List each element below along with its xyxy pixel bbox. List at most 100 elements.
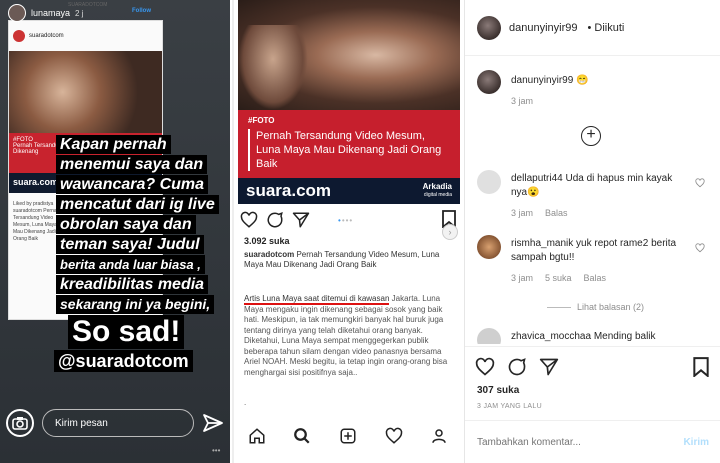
comment-time: 3 jam bbox=[511, 96, 534, 106]
comment-item: zhavica_mocchaa Mending balik bbox=[477, 328, 709, 344]
story-time: 2 j bbox=[75, 8, 84, 18]
add-comment-button[interactable]: + bbox=[581, 126, 601, 146]
avatar[interactable] bbox=[477, 70, 501, 94]
bookmark-icon[interactable] bbox=[693, 357, 709, 377]
caption-line: mencatut dari ig live bbox=[56, 195, 219, 214]
comment-user[interactable]: dellaputri44 bbox=[511, 173, 563, 184]
add-post-icon[interactable] bbox=[339, 427, 357, 445]
comment-time: 3 jam bbox=[511, 273, 534, 283]
post-headline: Pernah Tersandung Video Mesum, Luna Maya… bbox=[248, 129, 450, 171]
comment-item: rismha_manik yuk repot rame2 berita samp… bbox=[477, 235, 709, 285]
comments-panel: danunyinyir99 • Diikuti danunyinyir99 😁 … bbox=[464, 0, 720, 463]
share-icon[interactable] bbox=[292, 211, 310, 229]
avatar[interactable] bbox=[477, 15, 501, 40]
post-headline-band: #FOTO Pernah Tersandung Video Mesum, Lun… bbox=[238, 110, 460, 178]
post-brand-bar: suara.com Arkadia digital media bbox=[238, 178, 460, 204]
post-caption: suaradotcom Pernah Tersandung Video Mesu… bbox=[244, 250, 454, 270]
panel-actions bbox=[475, 357, 711, 381]
comment-input[interactable] bbox=[477, 436, 684, 448]
comment-user[interactable]: danunyinyir99 bbox=[511, 75, 573, 86]
repost-card-account: suaradotcom bbox=[29, 33, 64, 39]
divider bbox=[547, 306, 571, 308]
post-time: 3 JAM YANG LALU bbox=[477, 403, 542, 410]
follow-status-label[interactable]: Diikuti bbox=[594, 22, 624, 34]
search-icon[interactable] bbox=[293, 427, 311, 445]
post-headline-line: Luna Maya Mau Dikenang Jadi Orang Baik bbox=[256, 144, 442, 170]
home-icon[interactable] bbox=[248, 427, 266, 445]
caption-big-text: So sad! bbox=[68, 315, 185, 349]
avatar[interactable] bbox=[477, 328, 501, 344]
caption-handle: @suaradotcom bbox=[54, 350, 193, 372]
panel-like-count[interactable]: 307 suka bbox=[477, 385, 519, 396]
post-view: #FOTO Pernah Tersandung Video Mesum, Lun… bbox=[232, 0, 462, 463]
post-headline-line: Pernah Tersandung Video Mesum, bbox=[256, 130, 425, 142]
caption-line: sekarang ini ya begini, bbox=[56, 295, 215, 314]
comment-icon[interactable] bbox=[507, 357, 527, 377]
carousel-indicator: •••• bbox=[338, 216, 354, 225]
post-caption-user[interactable]: suaradotcom bbox=[244, 250, 294, 259]
post-article-text: Artis Luna Maya saat ditemui di kawasan … bbox=[244, 294, 456, 378]
underlined-text: Artis Luna Maya saat ditemui di kawasan bbox=[244, 294, 390, 305]
comment-time: 3 jam bbox=[511, 208, 534, 218]
reply-button[interactable]: Balas bbox=[545, 206, 568, 220]
reply-button[interactable]: Balas bbox=[584, 271, 607, 285]
bottom-nav bbox=[234, 420, 462, 452]
share-icon[interactable] bbox=[539, 357, 559, 377]
panel-action-bar: 307 suka 3 JAM YANG LALU bbox=[465, 346, 720, 418]
panel-header: danunyinyir99 • Diikuti bbox=[465, 0, 720, 56]
post-like-count: 3.092 suka bbox=[244, 236, 290, 246]
caption-line: wawancara? Cuma bbox=[56, 175, 209, 194]
comment-text: 😁 bbox=[576, 75, 589, 86]
heart-icon[interactable] bbox=[240, 211, 258, 229]
avatar bbox=[13, 30, 25, 42]
camera-icon bbox=[12, 417, 28, 430]
story-caption: Kapan pernah menemui saya dan wawancara?… bbox=[54, 135, 226, 373]
owner-username[interactable]: danunyinyir99 bbox=[509, 22, 578, 34]
post-photo bbox=[238, 0, 460, 110]
article-body: Jakarta. Luna Maya mengaku ingin dikenan… bbox=[244, 294, 448, 377]
next-slide-button[interactable]: › bbox=[442, 224, 458, 240]
follow-button[interactable]: Follow bbox=[132, 8, 151, 14]
avatar[interactable] bbox=[477, 170, 501, 194]
owner-comment: danunyinyir99 😁 3 jam bbox=[477, 70, 709, 108]
view-replies-button[interactable]: Lihat balasan (2) bbox=[547, 302, 644, 312]
view-replies-label[interactable]: Lihat balasan (2) bbox=[577, 302, 644, 312]
story-reply-bar: Kirim pesan bbox=[0, 402, 230, 444]
comment-icon[interactable] bbox=[266, 211, 284, 229]
partner-logo: Arkadia digital media bbox=[423, 183, 452, 199]
like-comment-icon[interactable] bbox=[695, 178, 705, 188]
caption-line: menemui saya dan bbox=[56, 155, 208, 174]
comment-user[interactable]: rismha_manik bbox=[511, 238, 573, 249]
like-comment-icon[interactable] bbox=[695, 243, 705, 253]
send-icon[interactable] bbox=[202, 412, 224, 434]
post-trailing-dot: . bbox=[244, 398, 247, 407]
repost-card-photo bbox=[9, 51, 162, 133]
caption-line: berita anda luar biasa , bbox=[56, 255, 205, 274]
partner-name: Arkadia bbox=[422, 182, 452, 191]
comment-user[interactable]: zhavica_mocchaa bbox=[511, 331, 591, 342]
caption-line: teman saya! Judul bbox=[56, 235, 204, 254]
partner-sub: digital media bbox=[423, 192, 452, 198]
comment-text: Mending balik bbox=[593, 331, 656, 342]
avatar[interactable] bbox=[477, 235, 501, 259]
comment-likes[interactable]: 5 suka bbox=[545, 271, 572, 285]
follow-status[interactable]: • Diikuti bbox=[588, 22, 625, 34]
heart-icon[interactable] bbox=[475, 357, 495, 377]
more-options-icon[interactable]: ••• bbox=[212, 446, 220, 455]
post-photo-person bbox=[238, 25, 308, 110]
caption-line: kreadibilitas media bbox=[56, 275, 209, 294]
post-comment-button[interactable]: Kirim bbox=[683, 437, 709, 448]
story-username[interactable]: lunamaya bbox=[31, 8, 70, 18]
post-tag: #FOTO bbox=[248, 116, 275, 125]
caption-line: obrolan saya dan bbox=[56, 215, 196, 234]
profile-icon[interactable] bbox=[430, 427, 448, 445]
avatar[interactable] bbox=[8, 4, 26, 22]
activity-heart-icon[interactable] bbox=[385, 427, 403, 445]
caption-line: Kapan pernah bbox=[56, 135, 171, 154]
story-message-input[interactable]: Kirim pesan bbox=[42, 409, 194, 437]
story-source-label: SUARADOTCOM bbox=[68, 2, 108, 8]
repost-card-header: suaradotcom bbox=[9, 21, 162, 51]
story-viewer: suaradotcom #FOTO Pernah Tersandung Vide… bbox=[0, 0, 230, 463]
camera-button[interactable] bbox=[6, 409, 34, 437]
comment-item: dellaputri44 Uda di hapus min kayak nya😮… bbox=[477, 170, 709, 220]
